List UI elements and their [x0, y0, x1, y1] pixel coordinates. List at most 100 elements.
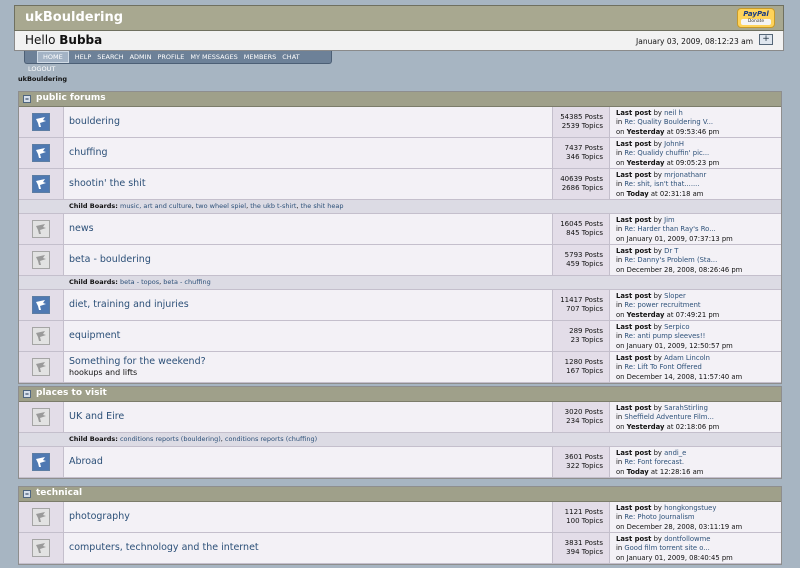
- last-post-topic[interactable]: Re: Lift To Font Offered: [624, 363, 701, 371]
- last-post-author[interactable]: hongkongstuey: [664, 504, 716, 512]
- last-post-time: December 28, 2008, 03:11:19 am: [626, 522, 743, 531]
- last-post-author[interactable]: JohnH: [664, 140, 684, 148]
- breadcrumb[interactable]: ukBouldering: [18, 75, 67, 83]
- category-header[interactable]: – places to visit: [19, 387, 781, 402]
- forum-name[interactable]: chuffing: [69, 147, 108, 158]
- collapse-category-icon[interactable]: –: [23, 490, 31, 498]
- forum-icon-cell: [19, 290, 64, 320]
- forum-name[interactable]: UK and Eire: [69, 411, 124, 422]
- forum-icon-cell: [19, 502, 64, 532]
- child-board-link[interactable]: two wheel spiel: [196, 202, 246, 210]
- last-post-topic[interactable]: Re: power recruitment: [624, 301, 700, 309]
- last-post-topic[interactable]: Re: anti pump sleeves!!: [624, 332, 705, 340]
- no-new-posts-icon: [32, 539, 50, 557]
- forum-icon-cell: [19, 107, 64, 137]
- category-title[interactable]: technical: [36, 488, 82, 498]
- child-boards-label: Child Boards:: [69, 202, 118, 210]
- forum-name[interactable]: equipment: [69, 330, 120, 341]
- category-header[interactable]: – technical: [19, 487, 781, 502]
- forum-name[interactable]: news: [69, 223, 94, 234]
- collapse-category-icon[interactable]: –: [23, 95, 31, 103]
- post-count: 7437 Posts: [564, 144, 603, 152]
- nav-help[interactable]: HELP: [75, 51, 92, 63]
- last-post-topic[interactable]: Sheffield Adventure Film...: [624, 413, 714, 421]
- child-board-link[interactable]: conditions reports (bouldering): [120, 435, 221, 443]
- nav-search[interactable]: SEARCH: [97, 51, 123, 63]
- child-board-link[interactable]: beta - topos: [120, 278, 159, 286]
- forum-stats: 54385 Posts 2539 Topics: [552, 107, 610, 137]
- last-post-author[interactable]: SarahStirling: [664, 404, 708, 412]
- nav-members[interactable]: MEMBERS: [244, 51, 277, 63]
- child-board-link[interactable]: conditions reports (chuffing): [225, 435, 317, 443]
- post-count: 1121 Posts: [564, 508, 603, 516]
- last-post-topic[interactable]: Re: shit, isn't that.......: [624, 180, 699, 188]
- forum-stats: 289 Posts 23 Topics: [552, 321, 610, 351]
- topic-count: 2539 Topics: [561, 122, 603, 130]
- last-post-author[interactable]: Sloper: [664, 292, 686, 300]
- last-post-author[interactable]: mrjonathanr: [664, 171, 706, 179]
- last-post-topic[interactable]: Re: Photo Journalism: [624, 513, 694, 521]
- last-post-author[interactable]: Adam Lincoln: [664, 354, 710, 362]
- forum-name[interactable]: shootin' the shit: [69, 178, 146, 189]
- forum-row: equipment 289 Posts 23 Topics Last post by …: [19, 321, 781, 352]
- forum-icon-cell: [19, 214, 64, 244]
- paypal-logo: PayPal: [743, 10, 769, 18]
- collapse-category-icon[interactable]: –: [23, 390, 31, 398]
- user-bar: Hello Bubba January 03, 2009, 08:12:23 a…: [14, 31, 784, 51]
- nav-my-messages[interactable]: MY MESSAGES: [190, 51, 237, 63]
- child-board-link[interactable]: music, art and culture: [120, 202, 192, 210]
- child-board-link[interactable]: the ukb t-shirt: [250, 202, 296, 210]
- last-post-time: January 01, 2009, 07:37:13 pm: [626, 234, 733, 243]
- category-header[interactable]: – public forums: [19, 92, 781, 107]
- last-post-topic[interactable]: Good film torrent site o...: [624, 544, 709, 552]
- nav-profile[interactable]: PROFILE: [157, 51, 184, 63]
- nav-chat[interactable]: CHAT: [282, 51, 299, 63]
- category-title[interactable]: public forums: [36, 93, 106, 103]
- nav-admin[interactable]: ADMIN: [130, 51, 152, 63]
- last-post-author[interactable]: Dr T: [664, 247, 678, 255]
- last-post-topic[interactable]: Re: Harder than Ray's Ro...: [624, 225, 715, 233]
- last-post-author[interactable]: Jim: [664, 216, 675, 224]
- nav-home[interactable]: HOME: [37, 51, 69, 63]
- child-board-link[interactable]: the shit heap: [301, 202, 344, 210]
- forum-stats: 5793 Posts 459 Topics: [552, 245, 610, 275]
- forum-row: bouldering 54385 Posts 2539 Topics Last pos…: [19, 107, 781, 138]
- category-places-to-visit: – places to visit UK and Eire 3020 Posts 234…: [18, 386, 782, 479]
- nav-logout[interactable]: LOGOUT: [28, 63, 55, 75]
- forum-name[interactable]: Abroad: [69, 456, 103, 467]
- forum-stats: 11417 Posts 707 Topics: [552, 290, 610, 320]
- last-post-author[interactable]: andi_e: [664, 449, 686, 457]
- collapse-header-button[interactable]: +: [759, 34, 773, 45]
- topic-count: 394 Topics: [566, 548, 603, 556]
- topic-count: 23 Topics: [570, 336, 603, 344]
- category-title[interactable]: places to visit: [36, 388, 107, 398]
- topic-count: 845 Topics: [566, 229, 603, 237]
- last-post-author[interactable]: Serpico: [664, 323, 689, 331]
- topic-count: 346 Topics: [566, 153, 603, 161]
- forum-name[interactable]: diet, training and injuries: [69, 299, 189, 310]
- child-board-link[interactable]: beta - chuffing: [163, 278, 210, 286]
- forum-name[interactable]: Something for the weekend?: [69, 356, 206, 367]
- last-post-label: Last post: [616, 109, 652, 117]
- last-post-topic[interactable]: Re: Qualidy chuffin' pic...: [624, 149, 709, 157]
- last-post-label: Last post: [616, 354, 652, 362]
- last-post-topic[interactable]: Re: Danny's Problem (Sta...: [624, 256, 717, 264]
- last-post-topic[interactable]: Re: Quality Bouldering V...: [624, 118, 713, 126]
- forum-row: Abroad 3601 Posts 322 Topics Last post by a…: [19, 447, 781, 478]
- forum-name[interactable]: computers, technology and the internet: [69, 542, 259, 553]
- forum-name[interactable]: photography: [69, 511, 130, 522]
- post-count: 40639 Posts: [560, 175, 603, 183]
- forum-row: UK and Eire 3020 Posts 234 Topics Last post…: [19, 402, 781, 433]
- paypal-donate-button[interactable]: PayPal Donate: [737, 8, 775, 28]
- no-new-posts-icon: [32, 327, 50, 345]
- child-boards-row: Child Boards: conditions reports (boulde…: [19, 433, 781, 447]
- forum-icon-cell: [19, 138, 64, 168]
- last-post-author[interactable]: neil h: [664, 109, 683, 117]
- forum-row: computers, technology and the internet 38…: [19, 533, 781, 564]
- last-post-author[interactable]: dontfollowme: [664, 535, 710, 543]
- last-post-topic[interactable]: Re: Font forecast.: [624, 458, 684, 466]
- forum-name[interactable]: bouldering: [69, 116, 120, 127]
- last-post-label: Last post: [616, 247, 652, 255]
- forum-name[interactable]: beta - bouldering: [69, 254, 151, 265]
- last-post-info: Last post by Sloper in Re: power recruitm…: [616, 292, 720, 319]
